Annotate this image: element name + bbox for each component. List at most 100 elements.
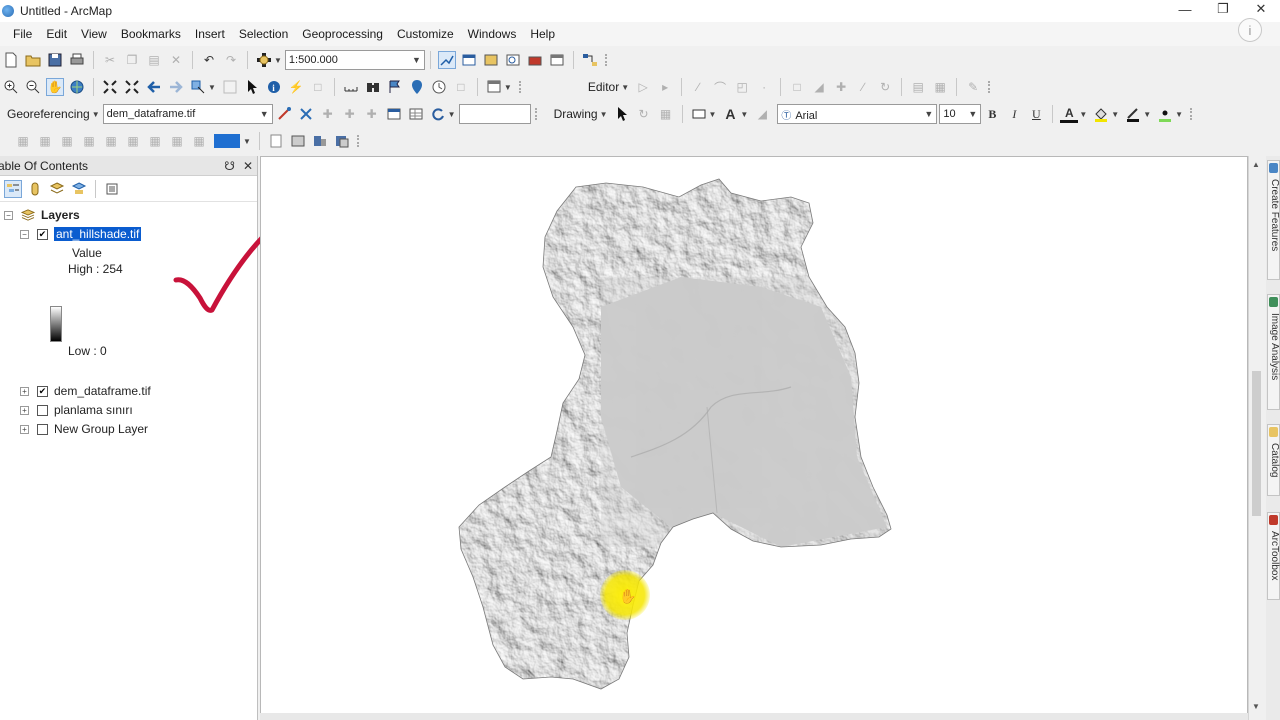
layer-name[interactable]: dem_dataframe.tif — [54, 384, 151, 398]
layout-zoom-swatch[interactable] — [214, 134, 240, 148]
toc-layer-new-group[interactable]: + New Group Layer — [20, 422, 148, 436]
map-scale-combo[interactable]: 1:500.000 ▼ — [284, 50, 425, 70]
editor-toolbar-icon[interactable] — [437, 51, 456, 69]
chevron-down-icon[interactable]: ▼ — [600, 110, 608, 119]
zoom-out-layout-icon[interactable]: ▦ — [36, 132, 54, 150]
list-by-selection-icon[interactable] — [70, 180, 88, 198]
chevron-down-icon[interactable]: ▼ — [1111, 110, 1119, 119]
zoom-to-selected-elements-icon[interactable]: ▦ — [657, 105, 675, 123]
forward-extent-icon[interactable] — [167, 78, 185, 96]
layer-name[interactable]: ant_hillshade.tif — [54, 227, 142, 241]
minimize-icon[interactable]: — — [1166, 0, 1204, 18]
menu-insert[interactable]: Insert — [188, 27, 232, 41]
layers-root[interactable]: − Layers — [4, 208, 80, 222]
clear-selection-icon[interactable] — [221, 78, 239, 96]
auto-hide-pin-icon[interactable]: ☋ — [224, 159, 235, 173]
map-vertical-scrollbar[interactable]: ▲ ▼ — [1248, 156, 1264, 720]
layer-visibility-checkbox[interactable]: ✔ — [37, 385, 48, 397]
back-layout-icon[interactable]: ▦ — [146, 132, 164, 150]
menu-bookmarks[interactable]: Bookmarks — [114, 27, 188, 41]
chevron-down-icon[interactable]: ▼ — [1175, 110, 1183, 119]
toc-layer-ant-hillshade[interactable]: − ✔ ant_hillshade.tif — [20, 227, 142, 241]
collapse-icon[interactable]: − — [20, 229, 29, 239]
point-icon[interactable]: · — [755, 78, 773, 96]
dock-tab-arctoolbox[interactable]: ArcToolbox — [1267, 512, 1280, 600]
chevron-down-icon[interactable]: ▼ — [448, 110, 456, 119]
marker-color-icon[interactable] — [1156, 105, 1174, 123]
restore-icon[interactable]: ❐ — [1204, 0, 1242, 18]
edit-tool-icon[interactable]: ▷ — [634, 78, 652, 96]
pan-layout-icon[interactable]: ▦ — [58, 132, 76, 150]
toolbar-grip[interactable] — [518, 81, 525, 93]
fill-color-icon[interactable] — [1092, 105, 1110, 123]
data-driven-pages-icon[interactable] — [333, 132, 351, 150]
select-elements-icon[interactable] — [613, 105, 631, 123]
split-icon[interactable]: ∕ — [854, 78, 872, 96]
zoom-out-icon[interactable] — [24, 78, 42, 96]
bold-button[interactable]: B — [983, 105, 1001, 123]
line-color-icon[interactable] — [1124, 105, 1142, 123]
rectangle-icon[interactable] — [690, 105, 708, 123]
layer-visibility-checkbox[interactable] — [37, 423, 48, 435]
toc-options-icon[interactable] — [103, 180, 121, 198]
layer-name[interactable]: planlama sınırı — [54, 403, 133, 417]
zoom-100-icon[interactable]: ▦ — [102, 132, 120, 150]
chevron-down-icon[interactable]: ▼ — [621, 83, 629, 92]
add-control-points-icon[interactable] — [275, 105, 293, 123]
info-icon[interactable]: i — [1238, 18, 1262, 42]
copy-icon[interactable]: ❐ — [123, 51, 141, 69]
attributes-icon[interactable]: ▤ — [909, 78, 927, 96]
swipe-icon[interactable]: □ — [452, 78, 470, 96]
dock-tab-create-features[interactable]: Create Features — [1267, 160, 1280, 280]
select-features-icon[interactable] — [189, 78, 207, 96]
close-icon[interactable]: ✕ — [243, 159, 253, 173]
toolbar-grip[interactable] — [604, 54, 611, 66]
scroll-down-icon[interactable]: ▼ — [1252, 702, 1260, 711]
list-by-source-icon[interactable] — [26, 180, 44, 198]
close-icon[interactable]: ✕ — [1242, 0, 1280, 18]
scroll-thumb[interactable] — [1252, 371, 1261, 516]
rotate-angle-input[interactable] — [458, 104, 531, 124]
chevron-down-icon[interactable]: ▼ — [243, 137, 251, 146]
viewer-icon[interactable] — [385, 105, 403, 123]
view-link-table-icon[interactable] — [407, 105, 425, 123]
arctoolbox-icon[interactable] — [526, 51, 544, 69]
toggle-draft-mode-icon[interactable] — [267, 132, 285, 150]
chevron-down-icon[interactable]: ▼ — [92, 110, 100, 119]
zoom-in-layout-icon[interactable]: ▦ — [14, 132, 32, 150]
edit-annotation-icon[interactable]: ▸ — [656, 78, 674, 96]
paste-icon[interactable]: ▤ — [145, 51, 163, 69]
auto-registration-icon[interactable] — [297, 105, 315, 123]
list-by-visibility-icon[interactable] — [48, 180, 66, 198]
full-extent-icon[interactable] — [68, 78, 86, 96]
menu-help[interactable]: Help — [523, 27, 562, 41]
reshape-icon[interactable]: ◢ — [810, 78, 828, 96]
redo-icon[interactable]: ↷ — [222, 51, 240, 69]
dock-tab-catalog[interactable]: Catalog — [1267, 424, 1280, 496]
catalog-window-icon[interactable] — [482, 51, 500, 69]
menu-selection[interactable]: Selection — [232, 27, 295, 41]
change-layout-icon[interactable] — [311, 132, 329, 150]
edit-vertices-icon[interactable]: □ — [788, 78, 806, 96]
menu-edit[interactable]: Edit — [39, 27, 74, 41]
font-color-icon[interactable]: A — [1060, 105, 1079, 123]
open-folder-icon[interactable] — [24, 51, 42, 69]
chevron-down-icon[interactable]: ▼ — [1143, 110, 1151, 119]
list-by-drawing-order-icon[interactable] — [4, 179, 22, 198]
map-horizontal-scrollbar[interactable] — [260, 713, 1248, 720]
drawing-menu[interactable]: Drawing — [551, 107, 601, 121]
endpoint-arc-icon[interactable]: ⌒ — [711, 78, 729, 96]
layer-visibility-checkbox[interactable]: ✔ — [37, 228, 48, 240]
menu-geoprocessing[interactable]: Geoprocessing — [295, 27, 390, 41]
sketch-properties-icon[interactable]: ▦ — [931, 78, 949, 96]
menu-view[interactable]: View — [74, 27, 114, 41]
georeferencing-menu[interactable]: Georeferencing — [4, 107, 93, 121]
select-elements-icon[interactable] — [243, 78, 261, 96]
toc-layer-planlama[interactable]: + planlama sınırı — [20, 403, 133, 417]
layout-zoom-icon[interactable]: ▦ — [190, 132, 208, 150]
hillshade-raster[interactable] — [261, 157, 1249, 720]
chevron-down-icon[interactable]: ▼ — [504, 83, 512, 92]
undo-icon[interactable]: ↶ — [200, 51, 218, 69]
rotate-element-icon[interactable]: ↻ — [635, 105, 653, 123]
find-icon[interactable] — [364, 78, 382, 96]
